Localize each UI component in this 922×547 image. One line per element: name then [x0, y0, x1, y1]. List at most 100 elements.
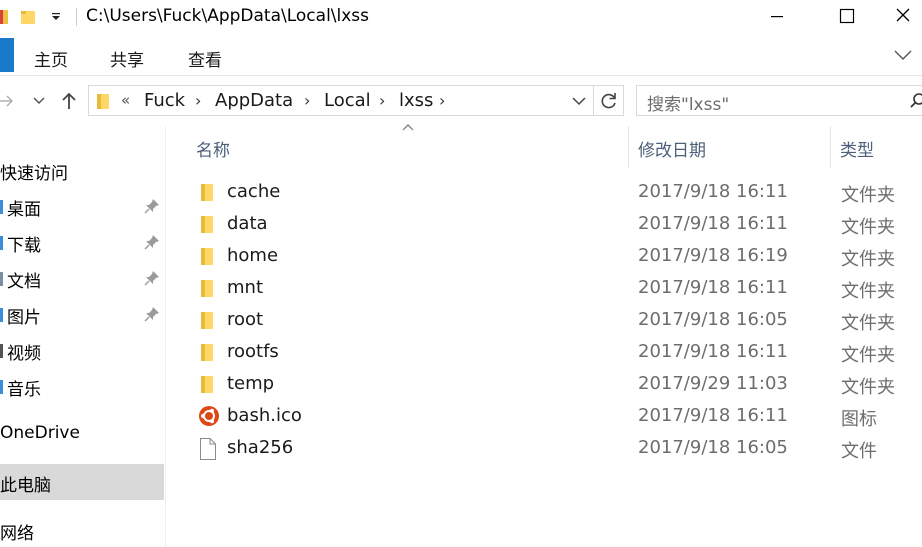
- file-row[interactable]: data 2017/9/18 16:11 文件夹: [166, 208, 922, 240]
- file-row[interactable]: root 2017/9/18 16:05 文件夹: [166, 304, 922, 336]
- window-title: C:\Users\Fuck\AppData\Local\lxss: [86, 6, 370, 26]
- file-name[interactable]: home: [227, 245, 278, 266]
- file-row[interactable]: cache 2017/9/18 16:11 文件夹: [166, 176, 922, 208]
- column-header-name[interactable]: 名称: [196, 136, 230, 161]
- folder-icon: [201, 280, 213, 297]
- breadcrumb-separator[interactable]: ›: [304, 91, 310, 110]
- pin-icon[interactable]: [144, 198, 160, 214]
- tab-share[interactable]: 共享: [110, 46, 144, 71]
- address-bar[interactable]: « Fuck › AppData › Local › lxss ›: [88, 85, 594, 116]
- search-placeholder[interactable]: 搜索"lxss": [647, 90, 729, 115]
- breadcrumb-fuck[interactable]: Fuck: [144, 90, 185, 111]
- file-tab[interactable]: [0, 38, 14, 72]
- maximize-button[interactable]: [823, 0, 869, 34]
- sidebar-item-label: OneDrive: [0, 423, 80, 443]
- file-name[interactable]: bash.ico: [227, 405, 302, 426]
- tab-view[interactable]: 查看: [188, 46, 222, 71]
- navigation-bar: « Fuck › AppData › Local › lxss › 搜索"lxs…: [0, 76, 922, 126]
- navigation-pane: 快速访问 桌面 下载 文档 图片 视频 音乐 OneDrive 此电脑 网络: [0, 126, 166, 547]
- ubuntu-icon: [199, 406, 219, 426]
- file-row[interactable]: sha256 2017/9/18 16:05 文件: [166, 432, 922, 464]
- folder-icon: [201, 376, 213, 393]
- folder-icon: [201, 248, 213, 265]
- pin-icon[interactable]: [144, 306, 160, 322]
- close-button[interactable]: [886, 0, 922, 34]
- folder-icon[interactable]: [20, 8, 38, 26]
- file-name[interactable]: root: [227, 309, 263, 330]
- sidebar-item-label: 图片: [7, 308, 41, 328]
- breadcrumb-appdata[interactable]: AppData: [215, 90, 293, 111]
- sidebar-item-label: 文档: [7, 272, 41, 292]
- music-icon: [0, 380, 3, 394]
- file-name[interactable]: data: [227, 213, 268, 234]
- sidebar-item-pictures[interactable]: 图片: [0, 296, 164, 332]
- sidebar-item-desktop[interactable]: 桌面: [0, 188, 164, 224]
- sidebar-item-documents[interactable]: 文档: [0, 260, 164, 296]
- file-name[interactable]: sha256: [227, 437, 293, 458]
- sidebar-item-onedrive[interactable]: OneDrive: [0, 416, 164, 452]
- refresh-button[interactable]: [594, 85, 624, 116]
- close-icon: [896, 8, 910, 22]
- file-name[interactable]: temp: [227, 373, 274, 394]
- breadcrumb-separator[interactable]: ›: [439, 91, 445, 110]
- sidebar-item-label: 此电脑: [0, 476, 51, 496]
- file-row[interactable]: home 2017/9/18 16:19 文件夹: [166, 240, 922, 272]
- file-icon: [200, 438, 216, 460]
- folder-icon: [201, 216, 213, 233]
- sidebar-item-videos[interactable]: 视频: [0, 332, 164, 368]
- recent-locations-icon[interactable]: [32, 95, 46, 107]
- file-name[interactable]: cache: [227, 181, 280, 202]
- breadcrumb-separator[interactable]: ›: [195, 91, 201, 110]
- expand-ribbon-icon[interactable]: [893, 48, 913, 62]
- forward-icon[interactable]: [0, 92, 14, 110]
- breadcrumb-lxss[interactable]: lxss: [399, 90, 433, 111]
- title-bar: C:\Users\Fuck\AppData\Local\lxss: [0, 0, 922, 34]
- breadcrumb-overflow[interactable]: «: [121, 91, 130, 109]
- search-box[interactable]: 搜索"lxss": [636, 85, 922, 116]
- column-divider[interactable]: [628, 126, 629, 168]
- file-row[interactable]: bash.ico 2017/9/18 16:11 图标: [166, 400, 922, 432]
- column-header-type[interactable]: 类型: [840, 136, 874, 161]
- sidebar-item-label: 视频: [7, 344, 41, 364]
- sidebar-item-network[interactable]: 网络: [0, 512, 164, 547]
- minimize-button[interactable]: [754, 0, 800, 34]
- file-type: 文件夹: [841, 377, 895, 398]
- download-icon: [0, 236, 3, 250]
- file-name[interactable]: mnt: [227, 277, 263, 298]
- sidebar-item-this-pc[interactable]: 此电脑: [0, 464, 164, 500]
- file-type: 文件夹: [841, 249, 895, 270]
- tab-home[interactable]: 主页: [34, 46, 68, 71]
- dropdown-arrow-icon[interactable]: [50, 8, 64, 26]
- file-modified: 2017/9/18 16:05: [638, 437, 788, 458]
- file-type: 图标: [841, 409, 877, 430]
- sidebar-item-quick-access[interactable]: 快速访问: [0, 152, 164, 188]
- maximize-icon: [839, 8, 855, 24]
- sidebar-item-label: 音乐: [7, 380, 41, 400]
- file-type: 文件夹: [841, 217, 895, 238]
- up-arrow-icon[interactable]: [60, 91, 78, 111]
- refresh-icon: [601, 93, 616, 109]
- desktop-icon: [0, 200, 3, 214]
- file-modified: 2017/9/18 16:11: [638, 277, 788, 298]
- file-modified: 2017/9/29 11:03: [638, 373, 788, 394]
- file-modified: 2017/9/18 16:11: [638, 405, 788, 426]
- column-header-modified[interactable]: 修改日期: [638, 136, 706, 161]
- sidebar-item-downloads[interactable]: 下载: [0, 224, 164, 260]
- file-modified: 2017/9/18 16:11: [638, 213, 788, 234]
- file-row[interactable]: rootfs 2017/9/18 16:11 文件夹: [166, 336, 922, 368]
- chevron-down-icon[interactable]: [571, 96, 587, 108]
- pin-icon[interactable]: [144, 270, 160, 286]
- breadcrumb-local[interactable]: Local: [324, 90, 371, 111]
- file-row[interactable]: mnt 2017/9/18 16:11 文件夹: [166, 272, 922, 304]
- toolbar-divider: [76, 8, 77, 26]
- breadcrumb-separator[interactable]: ›: [379, 91, 385, 110]
- sidebar-item-music[interactable]: 音乐: [0, 368, 164, 404]
- file-name[interactable]: rootfs: [227, 341, 279, 362]
- file-row[interactable]: temp 2017/9/29 11:03 文件夹: [166, 368, 922, 400]
- search-icon[interactable]: [909, 92, 922, 110]
- folder-icon: [201, 312, 213, 329]
- pin-icon[interactable]: [144, 234, 160, 250]
- sidebar-item-label: 网络: [0, 524, 34, 544]
- column-divider[interactable]: [830, 126, 831, 168]
- sidebar-item-label: 下载: [7, 236, 41, 256]
